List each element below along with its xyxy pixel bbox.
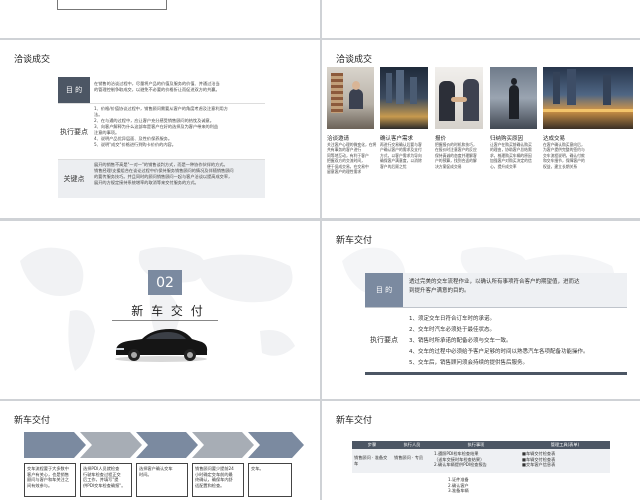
header-cell: 执行事项 xyxy=(467,442,485,447)
table-header: 步骤 执行人员 执行事项 管理工具(表单) xyxy=(352,441,610,449)
table: 目 的 透过完美的交车流程作业，以确认所有事项符合客户的期望值，进而达 到提升客… xyxy=(365,273,627,375)
text-line: 留意客户的理性需求 xyxy=(327,169,362,175)
text-line: 客户的后顾之忧 xyxy=(380,163,407,169)
city-night-photo xyxy=(380,67,428,129)
slide-thumbnail-top-right[interactable] xyxy=(322,0,640,38)
slide-delivery-management[interactable]: 新车交付 步骤 执行人员 执行事项 管理工具(表单) 销售顾问 · 准备交车 销… xyxy=(322,401,640,500)
caption-column: 归纳购买原因 让客户在购买前确认购买 的理由，协助客户总结需 求，梳理购买车辆的… xyxy=(490,134,542,169)
text-line: 2、交车时汽车必须处于最佳状态。 xyxy=(409,327,496,333)
row-label: 关键点 xyxy=(63,175,85,183)
cell-items: 1.遵照PDI检车检查结果 （送车交接时车检查结果） 2.确认车辆提供PDI检查… xyxy=(432,449,520,473)
cell-items: 1.证件准备 2.确认客户 3.准备车辆 xyxy=(432,473,520,497)
text-line: 3、销售时所承诺的配备必须与交车一致。 xyxy=(409,338,512,344)
text-line: 间有效参与。 xyxy=(27,482,53,488)
slide-thumbnail-top-left[interactable] xyxy=(0,0,320,38)
table-row: 关键点 展开的销售不高是"一对一"的销售谈判方式，而是一种协作伙伴的方式。 销售… xyxy=(58,160,265,198)
row-content: 1、价格/价值协议过程中，销售顾问需要从客户的角度考虑及注意利用方 法。 2、在… xyxy=(90,104,265,159)
caption-title: 报价 xyxy=(435,136,447,142)
text-line: 时间。 xyxy=(139,471,152,477)
section-number-badge: 02 xyxy=(148,270,182,295)
chevron-step xyxy=(24,432,86,458)
row-content: 在销售的洽谈过程中，尽量将产品的价值及服务的价值、并通过洽当 的管理控制争取成交… xyxy=(90,77,265,103)
row-content: 透过完美的交车流程作业，以确认所有事项符合客户的期望值，进而达 到提升客户满意的… xyxy=(403,273,627,307)
text-line: 1、须定交车日符合订车时的承诺。 xyxy=(409,316,496,322)
cell-tools: ■车辆交付检查表 ■车辆交付检查表 ■交车客户信息表 xyxy=(520,449,610,473)
chevron-step xyxy=(80,432,142,458)
text-line: 顾问与客户和车关注之 xyxy=(27,477,69,483)
caption-title: 达成交易 xyxy=(543,136,566,142)
text-line: 适配置和检查。 xyxy=(195,482,225,488)
text-line: 关注客户心理的微变化，在将共有事务的客户进行 xyxy=(327,142,377,153)
step-card: 选择客户确认交车 时间。 xyxy=(136,463,188,497)
caption-column: 确认客户需求 再进行交易确认后要与客 户确认客户的需求及支付 方式，以客户需求为… xyxy=(380,134,432,169)
slide-negotiation-photos[interactable]: 洽谈成交 洽谈邀请 关注客户心理的微变化，在将共有事务的客户进行 同等地互动，有… xyxy=(322,40,640,218)
text-line: ■交车客户信息表 xyxy=(522,462,556,467)
table-row: 销售顾问 · 准备交车 销售顾问 · 专员 1.遵照PDI检车检查结果 （送车交… xyxy=(352,449,610,473)
slide-section-02[interactable]: 02 新 车 交 付 xyxy=(0,221,320,399)
row-label: 目 的 xyxy=(365,273,403,307)
step-card: 交车流程要于大多数中 客户有关心，也是销售 顾问与客户和车关注之 间有效参与。 xyxy=(24,463,76,497)
caption-title: 确认客户需求 xyxy=(380,136,414,142)
step-card: 销售顾问要少提前24 小时确定交车前的最 终确认，确保车内舒 适配置和检查。 xyxy=(192,463,244,497)
table-row: 目 的 在销售的洽谈过程中，尽量将产品的价值及服务的价值、并通过洽当 的管理控制… xyxy=(58,77,265,104)
text-line: 心，提升成交率 xyxy=(490,163,517,169)
cell-person: 销售顾问 · 专员 xyxy=(394,455,424,460)
slide-title: 洽谈成交 xyxy=(336,55,373,65)
header-cell: 步骤 xyxy=(367,442,377,447)
row-label: 执行要点 xyxy=(370,336,398,344)
row-label: 目 的 xyxy=(58,77,90,103)
text-line: 权益，建立长期关系 xyxy=(543,163,578,169)
header-cell: 执行人员 xyxy=(403,442,421,447)
text-line: 的管理控制争取成交，以避免不必要的价格折让而促进双方的共赢。 xyxy=(94,87,220,92)
cell-step: 销售顾问 · 准备交车 xyxy=(354,455,388,466)
text-line: 5、交车后，销售顾问须会持续的提供售后服务。 xyxy=(409,360,529,366)
caption-title: 归纳购买原因 xyxy=(490,136,524,142)
caption-title: 洽谈邀请 xyxy=(327,136,350,142)
table-row: 1.证件准备 2.确认客户 3.准备车辆 xyxy=(352,473,610,497)
table-row: 目 的 透过完美的交车流程作业，以确认所有事项符合客户的期望值，进而达 到提升客… xyxy=(365,273,627,307)
table-row: 执行要点 1、价格/价值协议过程中，销售顾问需要从客户的角度考虑及注意利用方 法… xyxy=(58,104,265,160)
row-content: 展开的销售不高是"一对一"的销售谈判方式，而是一种协作伙伴的方式。 销售经理/支… xyxy=(90,160,265,198)
caption-column: 达成交易 在客户确认购买意向后， 为客户提供完整的签约与 交车流程说明，确认付款… xyxy=(543,134,603,169)
chevron-step xyxy=(192,432,254,458)
caption-column: 洽谈邀请 关注客户心理的微变化，在将共有事务的客户进行 同等地互动，有利于客户 … xyxy=(327,134,377,174)
table: 目 的 在销售的洽谈过程中，尽量将产品的价值及服务的价值、并通过洽当 的管理控制… xyxy=(58,77,265,198)
text-line: 3.准备车辆 xyxy=(448,488,469,493)
car-image xyxy=(115,329,208,362)
slide-negotiation-table[interactable]: 洽谈成交 目 的 在销售的洽谈过程中，尽量将产品的价值及服务的价值、并通过洽当 … xyxy=(0,40,320,218)
office-photo xyxy=(327,67,374,129)
slide-title: 新车交付 xyxy=(14,416,51,426)
slide-title: 新车交付 xyxy=(336,416,373,426)
step-card: 交车。 xyxy=(248,463,292,497)
text-line: 交车。 xyxy=(251,466,264,471)
text-line: 展开的方规定接持系统增率的取消等来交付服务的方式。 xyxy=(94,180,199,185)
man-at-window-photo xyxy=(490,67,537,129)
slide-title: 洽谈成交 xyxy=(14,55,51,65)
row-label: 执行要点 xyxy=(60,127,88,136)
slide-delivery-table[interactable]: 新车交付 目 的 透过完美的交车流程作业，以确认所有事项符合客户的期望值，进而达… xyxy=(322,221,640,399)
row-content: 1、须定交车日符合订车时的承诺。 2、交车时汽车必须处于最佳状态。 3、销售时所… xyxy=(403,308,627,372)
header-cell: 管理工具(表单) xyxy=(550,442,580,447)
chevron-flow xyxy=(24,432,304,458)
table: 步骤 执行人员 执行事项 管理工具(表单) 销售顾问 · 准备交车 销售顾问 ·… xyxy=(352,441,610,497)
highway-photo xyxy=(543,67,633,129)
chevron-step xyxy=(136,432,198,458)
text-line: 透过完美的交车流程作业，以确认所有事项符合客户的期望值，进而达 xyxy=(409,279,580,285)
title-button[interactable] xyxy=(57,0,167,10)
text-line: 4、交车的过程中必须给予客户足够的时间以熟悉汽车各项配备功能操作。 xyxy=(409,349,589,355)
handshake-photo xyxy=(435,67,483,129)
slide-delivery-steps[interactable]: 新车交付 交车流程要于大多数中 客户有关心，也是销售 顾问与客户和车关注之 间有… xyxy=(0,401,320,500)
chevron-step xyxy=(248,432,304,458)
section-title: 新 车 交 付 xyxy=(131,304,205,318)
text-line: 到提升客户满意的目的。 xyxy=(409,288,470,294)
table-row: 执行要点 1、须定交车日符合订车时的承诺。 2、交车时汽车必须处于最佳状态。 3… xyxy=(365,307,627,375)
text-line: 供PDI交车检查确报"。 xyxy=(83,482,126,488)
caption-column: 报价 把握报价的时机和技巧， 在报价时注意客户的反应 保持真诚的态度并理解客 户… xyxy=(435,134,487,169)
text-line: 2.确认车辆提供PDI检查报告 xyxy=(434,462,487,467)
slide-title: 新车交付 xyxy=(336,236,373,246)
text-line: 决方案促成交易 xyxy=(435,163,462,169)
step-card: 选择PDI人员就检查 行驶车检查过程正交 后工作，并填写"提 供PDI交车检查确… xyxy=(80,463,132,497)
text-line: 5、说明"成交"价格进行到购卡价价的内容。 xyxy=(94,142,176,147)
text-line: 交车流程要于大多数中 xyxy=(27,466,69,471)
